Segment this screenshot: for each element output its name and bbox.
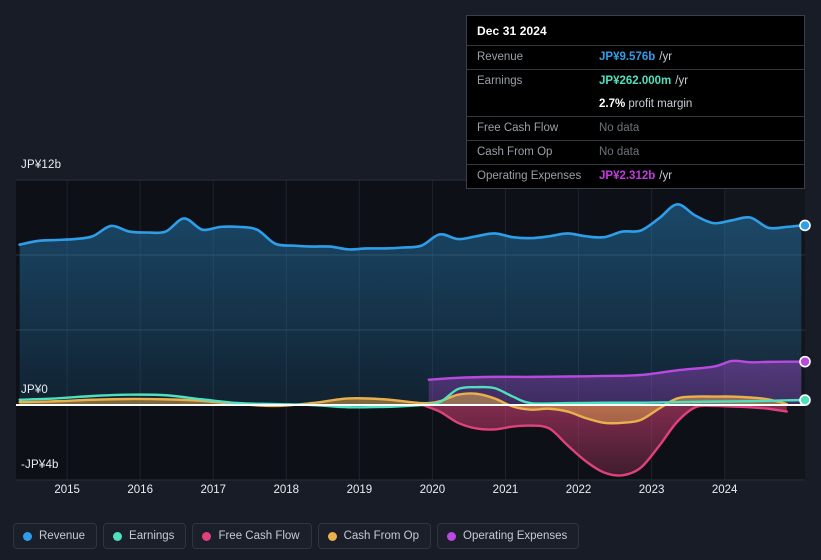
x-axis-tick-label: 2024 [711, 484, 738, 496]
legend-item-cash-from-op[interactable]: Cash From Op [317, 523, 432, 549]
tooltip-profit-margin: 2.7% profit margin [599, 98, 693, 110]
tooltip-row-unit: /yr [675, 75, 689, 87]
legend-item-operating-expenses[interactable]: Operating Expenses [437, 523, 580, 549]
legend-item-label: Operating Expenses [463, 530, 568, 542]
legend-color-dot-icon [23, 531, 32, 541]
x-axis-tick-label: 2019 [346, 484, 373, 496]
tooltip-row-value: JP¥2.312b [599, 170, 656, 182]
tooltip-row-value: JP¥262.000m [599, 75, 672, 87]
chart-tooltip: Dec 31 2024 Revenue JP¥9.576b/yr Earnings J… [466, 15, 805, 189]
tooltip-row-label: Free Cash Flow [477, 122, 559, 134]
legend-color-dot-icon [202, 531, 212, 541]
tooltip-row-value: No data [599, 146, 640, 158]
tooltip-row-cash-from-op: Cash From Op No data [467, 140, 804, 164]
y-axis-label-top: JP¥12b [21, 159, 62, 171]
legend-color-dot-icon [113, 531, 123, 541]
legend-item-free-cash-flow[interactable]: Free Cash Flow [192, 523, 312, 549]
endpoint-marker-operating-expenses[interactable] [799, 355, 811, 368]
tooltip-row-value: JP¥9.576b [599, 51, 656, 63]
tooltip-row-label: Operating Expenses [477, 170, 582, 182]
x-axis-tick-label: 2023 [638, 484, 665, 496]
tooltip-row-label: Earnings [477, 75, 523, 87]
legend-item-label: Cash From Op [343, 530, 420, 542]
x-axis-tick-label: 2017 [200, 484, 227, 496]
x-axis-tick-label: 2018 [273, 484, 300, 496]
x-axis-tick-label: 2016 [127, 484, 153, 496]
endpoint-marker-revenue[interactable] [799, 219, 811, 232]
legend-item-earnings[interactable]: Earnings [103, 523, 187, 549]
y-axis-label-zero: JP¥0 [21, 384, 49, 396]
tooltip-row-earnings: Earnings JP¥262.000m/yr [467, 69, 804, 93]
y-axis-label-bottom: -JP¥4b [21, 459, 59, 471]
x-axis-tick-label: 2015 [54, 484, 80, 496]
x-axis-tick-label: 2021 [492, 484, 519, 496]
legend-item-revenue[interactable]: Revenue [13, 523, 98, 549]
tooltip-rows: Revenue JP¥9.576b/yr Earnings JP¥262.000m/y… [467, 45, 804, 188]
tooltip-row-free-cash-flow: Free Cash Flow No data [467, 116, 804, 140]
endpoint-marker-earnings[interactable] [799, 394, 811, 406]
x-axis-tick-label: 2020 [419, 484, 446, 496]
financial-chart-widget: JP¥12b JP¥0 -JP¥4b 2015 2016 2017 2018 2019 2… [0, 0, 821, 560]
chart-legend[interactable]: Revenue Earnings Free Cash Flow Cash From O… [0, 512, 821, 560]
legend-color-dot-icon [327, 531, 337, 541]
tooltip-row-value: No data [599, 122, 640, 134]
tooltip-row-operating-expenses: Operating Expenses JP¥2.312b/yr [467, 164, 804, 188]
legend-item-label: Revenue [39, 530, 86, 542]
tooltip-date: Dec 31 2024 [477, 24, 547, 38]
tooltip-row-label: Revenue [477, 51, 524, 63]
legend-item-label: Earnings [129, 530, 175, 542]
tooltip-subrow-profit-margin: 2.7% profit margin [467, 93, 804, 116]
tooltip-row-unit: /yr [659, 170, 673, 182]
x-axis-labels: 2015 2016 2017 2018 2019 2020 2021 2022 2023 2024 [0, 484, 821, 504]
legend-color-dot-icon [447, 531, 457, 541]
tooltip-row-unit: /yr [659, 51, 673, 63]
x-axis-tick-label: 2022 [565, 484, 592, 496]
legend-item-label: Free Cash Flow [218, 530, 300, 542]
tooltip-row-label: Cash From Op [477, 146, 553, 158]
tooltip-row-revenue: Revenue JP¥9.576b/yr [467, 45, 804, 69]
